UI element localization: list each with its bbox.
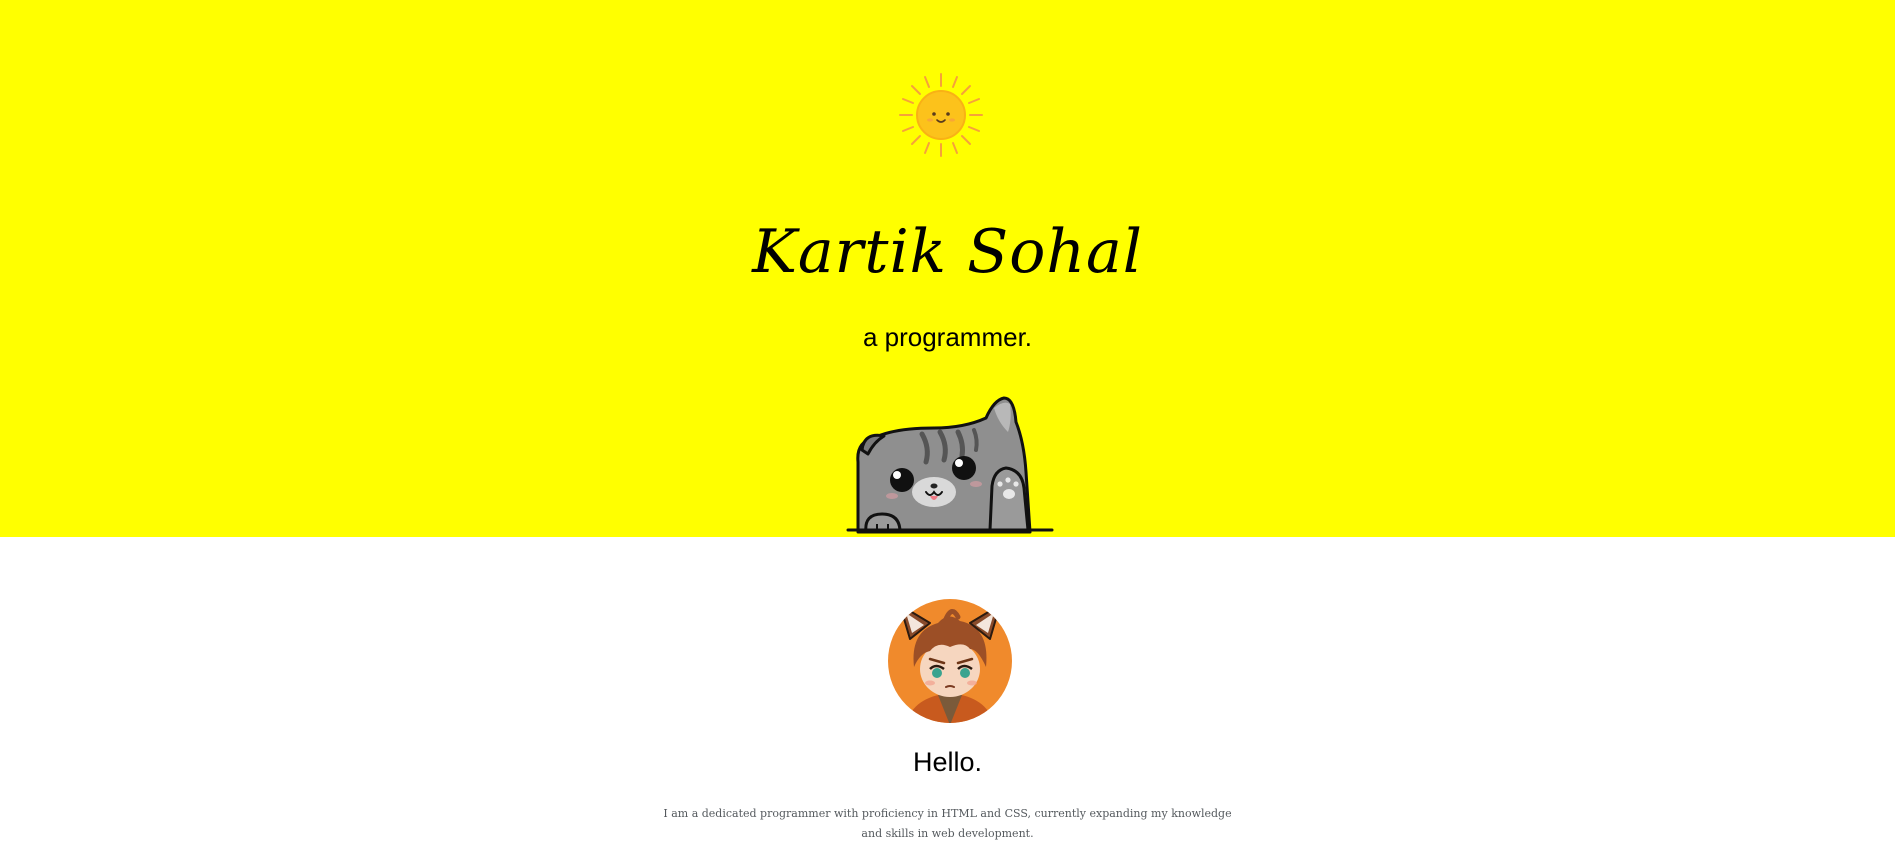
section-heading: Hello. xyxy=(912,747,983,777)
anime-cat-boy-avatar xyxy=(888,599,1012,723)
hero-section: Kartik Sohal a programmer. xyxy=(0,0,1895,537)
waving-cat-illustration xyxy=(846,396,1054,534)
sun-icon xyxy=(899,73,983,157)
page-subtitle: a programmer. xyxy=(862,322,1033,352)
page-title: Kartik Sohal xyxy=(752,217,1143,287)
bio-text: I am a dedicated programmer with profici… xyxy=(663,807,1232,840)
